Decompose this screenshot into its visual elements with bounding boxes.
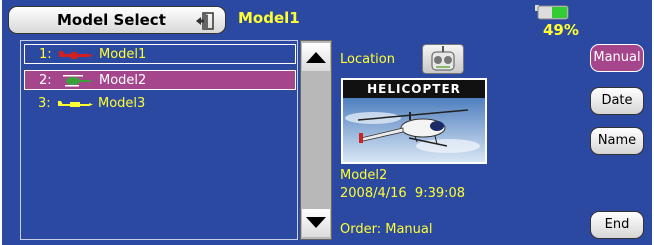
model-select-label: Model Select (57, 11, 166, 29)
scroll-down-button[interactable] (302, 209, 330, 237)
scroll-up-button[interactable] (302, 43, 330, 71)
selected-model-date: 2008/4/16 9:39:08 (340, 186, 466, 201)
model-name: Model3 (98, 96, 146, 111)
current-model-name: Model1 (238, 9, 300, 27)
location-label: Location (340, 52, 395, 67)
helicopter-image (343, 98, 485, 162)
model-preview-image: HELICOPTER (341, 78, 487, 164)
list-scrollbar[interactable] (300, 40, 332, 240)
exit-icon (196, 12, 214, 30)
sort-order-label: Order: Manual (340, 222, 433, 237)
arrow-up-icon (306, 52, 326, 63)
sort-manual-button[interactable]: Manual (590, 44, 644, 72)
sort-date-button[interactable]: Date (590, 87, 644, 115)
location-button[interactable] (422, 44, 464, 74)
selected-model-name: Model2 (340, 168, 388, 183)
end-button[interactable]: End (590, 211, 644, 239)
sort-name-button[interactable]: Name (590, 127, 644, 155)
screen: Model Select Model1 49% 1: Model1 2: Mod… (2, 0, 652, 245)
model-number: 2: (39, 73, 52, 88)
battery-icon (535, 5, 569, 20)
preview-title: HELICOPTER (343, 80, 485, 98)
glider-icon (58, 100, 93, 107)
list-item-model3[interactable]: 3: Model3 (24, 94, 296, 114)
airplane-icon (59, 50, 93, 59)
list-item-model1[interactable]: 1: Model1 (24, 44, 296, 64)
model-number: 1: (39, 47, 52, 62)
list-item-model2[interactable]: 2: Model2 (24, 70, 296, 90)
arrow-down-icon (306, 217, 326, 228)
helicopter-icon (63, 74, 91, 86)
transmitter-icon (431, 46, 455, 71)
model-number: 3: (38, 96, 51, 111)
model-list: 1: Model1 2: Model2 3: Model3 (20, 40, 298, 240)
model-name: Model1 (99, 47, 147, 62)
model-name: Model2 (99, 73, 147, 88)
battery-percent: 49% (543, 21, 579, 39)
model-select-button[interactable]: Model Select (8, 6, 226, 34)
